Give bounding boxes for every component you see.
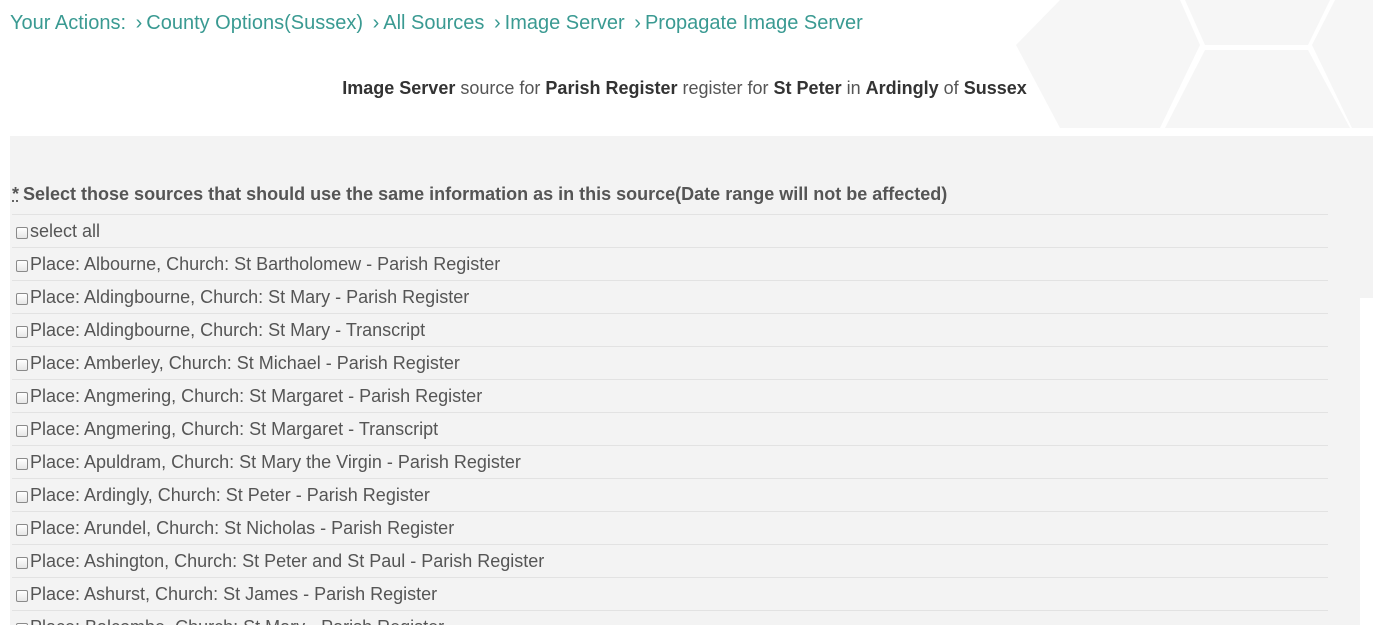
source-option-checkbox[interactable] bbox=[16, 491, 28, 503]
source-option-checkbox[interactable] bbox=[16, 524, 28, 536]
source-option-checkbox[interactable] bbox=[16, 359, 28, 371]
source-option-label: Place: Balcombe, Church: St Mary - Paris… bbox=[30, 617, 444, 625]
select-all-checkbox[interactable] bbox=[16, 227, 28, 239]
source-option-row[interactable]: Place: Ashurst, Church: St James - Paris… bbox=[12, 577, 1328, 610]
source-option-checkbox[interactable] bbox=[16, 326, 28, 338]
subtitle-text: in bbox=[846, 78, 861, 98]
subtitle-county: Sussex bbox=[963, 78, 1027, 98]
select-all-label: select all bbox=[30, 220, 101, 241]
source-option-label: Place: Ashington, Church: St Peter and S… bbox=[30, 550, 545, 571]
source-option-row[interactable]: Place: Apuldram, Church: St Mary the Vir… bbox=[12, 445, 1328, 478]
sources-field-label-text: Select those sources that should use the… bbox=[23, 184, 948, 204]
breadcrumb-separator: › bbox=[634, 12, 641, 34]
select-all-row[interactable]: select all bbox=[12, 214, 1328, 247]
source-option-label: Place: Angmering, Church: St Margaret - … bbox=[30, 385, 483, 406]
subtitle-source: Image Server bbox=[342, 78, 456, 98]
source-option-checkbox[interactable] bbox=[16, 458, 28, 470]
source-option-label: Place: Arundel, Church: St Nicholas - Pa… bbox=[30, 517, 455, 538]
subtitle-text: of bbox=[943, 78, 959, 98]
source-option-row[interactable]: Place: Angmering, Church: St Margaret - … bbox=[12, 412, 1328, 445]
source-option-row[interactable]: Place: Aldingbourne, Church: St Mary - P… bbox=[12, 280, 1328, 313]
source-option-row[interactable]: Place: Ardingly, Church: St Peter - Pari… bbox=[12, 478, 1328, 511]
source-option-label: Place: Apuldram, Church: St Mary the Vir… bbox=[30, 451, 521, 472]
sources-checkbox-list: select all Place: Albourne, Church: St B… bbox=[12, 214, 1328, 625]
subtitle-text: source for bbox=[460, 78, 541, 98]
page: Your Actions: › County Options(Sussex) › A… bbox=[0, 0, 1373, 625]
source-option-label: Place: Ardingly, Church: St Peter - Pari… bbox=[30, 484, 430, 505]
source-option-checkbox[interactable] bbox=[16, 557, 28, 569]
source-option-row[interactable]: Place: Aldingbourne, Church: St Mary - T… bbox=[12, 313, 1328, 346]
breadcrumb: Your Actions: › County Options(Sussex) › A… bbox=[10, 12, 863, 35]
breadcrumb-separator: › bbox=[135, 12, 143, 34]
source-option-row[interactable]: Place: Amberley, Church: St Michael - Pa… bbox=[12, 346, 1328, 379]
subtitle-church: St Peter bbox=[773, 78, 842, 98]
source-option-row[interactable]: Place: Angmering, Church: St Margaret - … bbox=[12, 379, 1328, 412]
required-marker: * bbox=[12, 184, 20, 204]
source-option-label: Place: Aldingbourne, Church: St Mary - P… bbox=[30, 286, 470, 307]
source-option-label: Place: Amberley, Church: St Michael - Pa… bbox=[30, 352, 460, 373]
source-option-row[interactable]: Place: Albourne, Church: St Bartholomew … bbox=[12, 247, 1328, 280]
source-option-row[interactable]: Place: Ashington, Church: St Peter and S… bbox=[12, 544, 1328, 577]
breadcrumb-separator: › bbox=[493, 12, 501, 34]
source-option-label: Place: Ashurst, Church: St James - Paris… bbox=[30, 583, 438, 604]
sources-field-label: * Select those sources that should use th… bbox=[12, 184, 947, 205]
breadcrumb-prefix: Your Actions: bbox=[10, 12, 127, 34]
source-option-checkbox[interactable] bbox=[16, 293, 28, 305]
source-option-label: Place: Albourne, Church: St Bartholomew … bbox=[30, 253, 501, 274]
source-option-label: Place: Aldingbourne, Church: St Mary - T… bbox=[30, 319, 426, 340]
page-subtitle: Image Server source for Parish Register … bbox=[0, 78, 1369, 99]
breadcrumb-propagate-image-server[interactable]: Propagate Image Server bbox=[645, 12, 863, 34]
source-option-row[interactable]: Place: Balcombe, Church: St Mary - Paris… bbox=[12, 610, 1328, 625]
subtitle-text: register for bbox=[682, 78, 769, 98]
subtitle-register: Parish Register bbox=[545, 78, 678, 98]
source-option-checkbox[interactable] bbox=[16, 260, 28, 272]
breadcrumb-all-sources[interactable]: All Sources bbox=[383, 12, 484, 34]
source-option-checkbox[interactable] bbox=[16, 590, 28, 602]
breadcrumb-separator: › bbox=[372, 12, 380, 34]
source-option-checkbox[interactable] bbox=[16, 425, 28, 437]
source-option-row[interactable]: Place: Arundel, Church: St Nicholas - Pa… bbox=[12, 511, 1328, 544]
breadcrumb-image-server[interactable]: Image Server bbox=[505, 12, 625, 34]
breadcrumb-county-options[interactable]: County Options(Sussex) bbox=[146, 12, 363, 34]
source-option-checkbox[interactable] bbox=[16, 392, 28, 404]
subtitle-place: Ardingly bbox=[865, 78, 939, 98]
source-option-label: Place: Angmering, Church: St Margaret - … bbox=[30, 418, 439, 439]
